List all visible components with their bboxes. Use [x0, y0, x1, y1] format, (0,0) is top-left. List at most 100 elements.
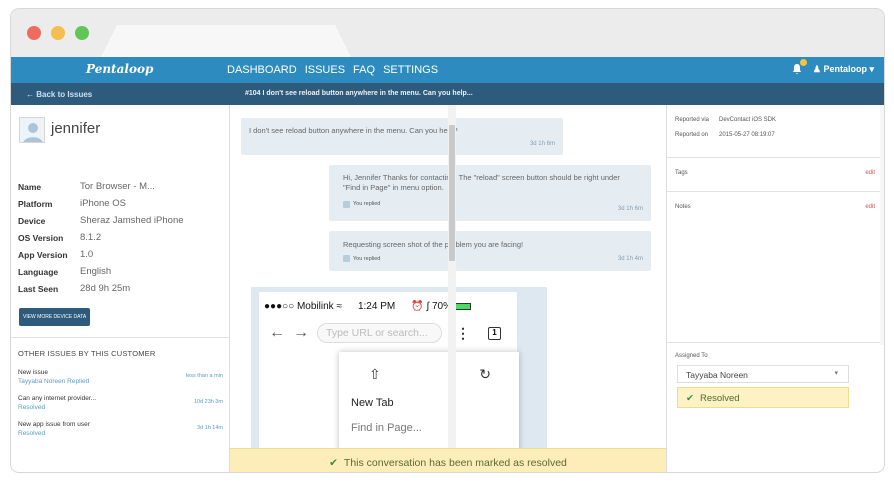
assigned-label: Assigned To — [675, 353, 708, 359]
maximize-window-button[interactable] — [75, 26, 89, 40]
battery-icon — [454, 302, 471, 310]
conversation-scrollbar[interactable] — [448, 105, 456, 448]
menu-item-find-in-page: Find in Page... — [351, 422, 422, 434]
message-time: 3d 1h 6m — [617, 206, 643, 212]
other-issue-item[interactable]: Can any internet provider... Resolved 10… — [18, 395, 223, 417]
customer-name: jennifer — [51, 120, 101, 137]
battery-status: ⏰ ∫ 70% — [411, 301, 471, 312]
nav-dashboard[interactable]: DASHBOARD — [227, 64, 297, 76]
browser-chrome — [11, 9, 884, 57]
user-name: Pentaloop — [823, 63, 867, 74]
message-text: I don't see reload button anywhere in th… — [249, 126, 458, 135]
notifications-icon[interactable] — [791, 59, 807, 75]
nav-issues[interactable]: ISSUES — [305, 64, 345, 76]
check-icon: ✔ — [329, 457, 338, 469]
carrier-label: ●●●○○ Mobilink ≈ — [264, 301, 342, 312]
attached-screenshot[interactable]: ●●●○○ Mobilink ≈ 1:24 PM ⏰ ∫ 70% ← → Typ… — [251, 287, 547, 448]
message-text: Requesting screen shot of the problem yo… — [343, 240, 524, 249]
view-device-data-button[interactable]: VIEW MORE DEVICE DATA — [19, 308, 91, 326]
browser-tab[interactable] — [101, 25, 351, 57]
details-scrollbar[interactable] — [880, 105, 884, 345]
customer-message: I don't see reload button anywhere in th… — [241, 118, 563, 155]
nav-settings[interactable]: SETTINGS — [383, 64, 438, 76]
close-window-button[interactable] — [27, 26, 41, 40]
top-navbar: Pentaloop DASHBOARD ISSUES FAQ SETTINGS … — [11, 57, 884, 83]
info-value: 1.0 — [80, 249, 94, 260]
meta-value: 2015-05-27 08:19:07 — [719, 132, 775, 138]
info-value: iPhone OS — [80, 198, 126, 209]
meta-row: Reported via DevContact iOS SDK — [675, 117, 776, 132]
message-time: 3d 1h 6m — [529, 141, 555, 147]
info-label: App Version — [18, 249, 68, 260]
edit-tags-link[interactable]: edit — [865, 170, 875, 176]
nav-right: ♟ Pentaloop ▾ — [791, 59, 874, 75]
assignment-section: Assigned To Tayyaba Noreen ▾ ✔ Resolved — [667, 342, 883, 408]
reload-icon: ↻ — [479, 366, 491, 382]
info-label: Device — [18, 215, 46, 226]
resolved-banner-text: This conversation has been marked as res… — [343, 457, 567, 469]
check-icon: ✔ — [686, 393, 694, 404]
minimize-window-button[interactable] — [51, 26, 65, 40]
browser-window: Pentaloop DASHBOARD ISSUES FAQ SETTINGS … — [11, 9, 884, 472]
other-issue-title: New app issue from user — [18, 421, 90, 428]
phone-screen: ●●●○○ Mobilink ≈ 1:24 PM ⏰ ∫ 70% ← → Typ… — [259, 292, 519, 448]
user-icon: ♟ — [812, 63, 821, 74]
notes-label: Notes — [675, 204, 691, 210]
meta-value: DevContact iOS SDK — [719, 117, 777, 123]
other-issue-status: Resolved — [18, 430, 46, 437]
other-issue-status: Resolved — [18, 404, 46, 411]
caret-down-icon: ▾ — [869, 63, 874, 74]
notification-badge — [799, 59, 807, 66]
info-value: Tor Browser - M... — [80, 181, 155, 192]
customer-avatar — [19, 117, 45, 143]
back-to-issues-link[interactable]: ← Back to Issues — [26, 90, 92, 99]
info-value: English — [80, 266, 112, 277]
issue-subbar: ← Back to Issues #104 I don't see reload… — [11, 83, 884, 105]
other-issue-item[interactable]: New app issue from user Resolved 3d 1h 1… — [18, 421, 223, 443]
other-issue-item[interactable]: New issue Tayyaba Noreen Replied less th… — [18, 369, 223, 391]
other-issue-time: 10d 23h 3m — [193, 399, 223, 405]
replied-label: You replied — [353, 201, 381, 207]
other-issue-time: 3d 1h 14m — [197, 425, 223, 431]
user-menu[interactable]: ♟ Pentaloop ▾ — [813, 64, 874, 75]
status-label: Resolved — [699, 393, 740, 404]
browser-url-row: ← → Type URL or search... ⋮ 1 — [269, 323, 509, 343]
info-label: Language — [18, 266, 59, 277]
forward-arrow-icon: → — [293, 324, 309, 341]
phone-browser-menu: ⇧ ↻ New Tab Find in Page... — [339, 352, 519, 448]
url-field: Type URL or search... — [317, 323, 442, 343]
customer-info: Name Tor Browser - M... Platform iPhone OS… — [18, 178, 184, 297]
scrollbar-thumb[interactable] — [449, 125, 455, 261]
info-row: Name Tor Browser - M... — [18, 178, 184, 195]
alarm-icon: ⏰ — [411, 301, 424, 312]
info-value: 28d 9h 25m — [80, 283, 131, 294]
phone-time: 1:24 PM — [357, 301, 396, 312]
report-meta: Reported via DevContact iOS SDK Reported … — [675, 117, 776, 147]
mini-avatar — [343, 200, 350, 208]
replied-label: You replied — [353, 255, 381, 262]
message-text: Hi, Jennifer Thanks for contacting. The … — [343, 173, 620, 192]
issue-subject: #104 I don't see reload button anywhere … — [245, 90, 473, 97]
tags-label: Tags — [675, 170, 688, 176]
other-issue-status: Tayyaba Noreen Replied — [18, 378, 90, 385]
menu-icons-row: ⇧ ↻ — [339, 352, 519, 383]
menu-dots-icon: ⋮ — [456, 324, 470, 341]
mini-avatar — [343, 255, 350, 262]
meta-row: Reported on 2015-05-27 08:19:07 — [675, 132, 776, 147]
info-label: Name — [18, 181, 42, 192]
notes-section: Notes edit — [667, 191, 883, 341]
agent-message: Requesting screen shot of the problem yo… — [329, 231, 651, 271]
status-resolved-button[interactable]: ✔ Resolved — [677, 387, 849, 408]
info-row: Last Seen 28d 9h 25m — [18, 280, 184, 297]
info-row: Language English — [18, 263, 184, 280]
edit-notes-link[interactable]: edit — [865, 204, 875, 210]
meta-label: Reported via — [675, 117, 710, 123]
replied-by: You replied — [343, 255, 637, 262]
other-issue-time: less than a min — [186, 373, 223, 379]
info-row: App Version 1.0 — [18, 246, 184, 263]
app-logo[interactable]: Pentaloop — [86, 62, 153, 76]
assignee-select[interactable]: Tayyaba Noreen ▾ — [677, 365, 849, 383]
meta-label: Reported on — [675, 132, 709, 138]
issue-details-panel: Reported via DevContact iOS SDK Reported … — [666, 105, 884, 472]
nav-faq[interactable]: FAQ — [353, 64, 375, 76]
